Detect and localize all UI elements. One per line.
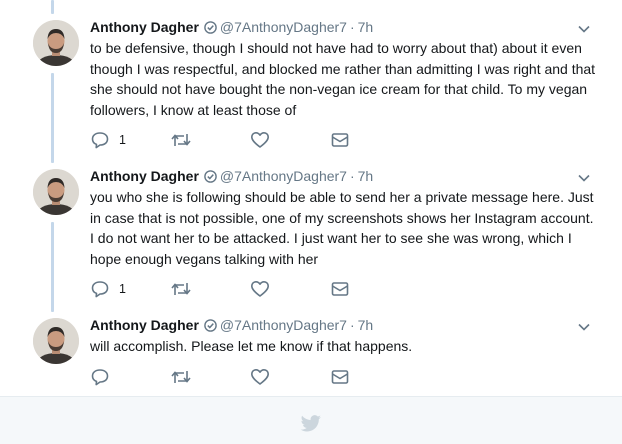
avatar[interactable] [33, 20, 79, 66]
reply-icon [90, 280, 110, 298]
tweet-header: Anthony Dagher @7AnthonyDagher7 · 7h [90, 316, 373, 334]
tweet-text: you who she is following should be able … [90, 189, 594, 267]
like-icon [250, 368, 270, 386]
tweet-text: to be defensive, though I should not hav… [90, 40, 596, 118]
thread-line [51, 73, 54, 163]
direct-message-button[interactable] [330, 279, 350, 299]
tweet-actions: 1 [90, 130, 360, 150]
reply-count: 1 [119, 133, 126, 147]
author-handle[interactable]: @7AnthonyDagher7 [220, 168, 347, 184]
tweet-header: Anthony Dagher @7AnthonyDagher7 · 7h [90, 18, 373, 36]
direct-message-icon [330, 280, 350, 298]
retweet-icon [170, 280, 192, 298]
direct-message-icon [330, 131, 350, 149]
author-handle[interactable]: @7AnthonyDagher7 [220, 19, 347, 35]
retweet-icon [170, 131, 192, 149]
thread-line [51, 0, 54, 14]
separator-dot: · [349, 317, 355, 333]
verified-icon [204, 169, 217, 187]
avatar[interactable] [33, 318, 79, 364]
chevron-down-icon[interactable] [577, 22, 591, 36]
retweet-icon [170, 368, 192, 386]
like-icon [250, 280, 270, 298]
reply-icon [90, 131, 110, 149]
retweet-button[interactable] [170, 130, 192, 150]
retweet-button[interactable] [170, 367, 192, 387]
reply-icon [90, 368, 110, 386]
tweet-text: will accomplish. Please let me know if t… [90, 338, 413, 354]
direct-message-button[interactable] [330, 130, 350, 150]
reply-button[interactable] [90, 367, 119, 387]
tweet-header: Anthony Dagher @7AnthonyDagher7 · 7h [90, 167, 373, 185]
like-button[interactable] [250, 367, 270, 387]
timeline-footer [0, 396, 622, 444]
retweet-button[interactable] [170, 279, 192, 299]
author-name[interactable]: Anthony Dagher [90, 317, 199, 333]
twitter-bird-icon [300, 415, 322, 438]
tweet-timestamp[interactable]: 7h [358, 168, 374, 184]
separator-dot: · [349, 19, 355, 35]
tweet-timestamp[interactable]: 7h [358, 317, 374, 333]
author-name[interactable]: Anthony Dagher [90, 168, 199, 184]
chevron-down-icon[interactable] [577, 320, 591, 334]
tweet-actions: 1 [90, 279, 360, 299]
verified-icon [204, 20, 217, 38]
like-button[interactable] [250, 130, 270, 150]
separator-dot: · [349, 168, 355, 184]
direct-message-icon [330, 368, 350, 386]
thread-line [51, 222, 54, 312]
like-icon [250, 131, 270, 149]
author-handle[interactable]: @7AnthonyDagher7 [220, 317, 347, 333]
chevron-down-icon[interactable] [577, 171, 591, 185]
verified-icon [204, 318, 217, 336]
tweet-timestamp[interactable]: 7h [358, 19, 374, 35]
avatar[interactable] [33, 169, 79, 215]
reply-count: 1 [119, 282, 126, 296]
author-name[interactable]: Anthony Dagher [90, 19, 199, 35]
like-button[interactable] [250, 279, 270, 299]
tweet-actions [90, 367, 360, 387]
reply-button[interactable]: 1 [90, 279, 126, 299]
reply-button[interactable]: 1 [90, 130, 126, 150]
direct-message-button[interactable] [330, 367, 350, 387]
